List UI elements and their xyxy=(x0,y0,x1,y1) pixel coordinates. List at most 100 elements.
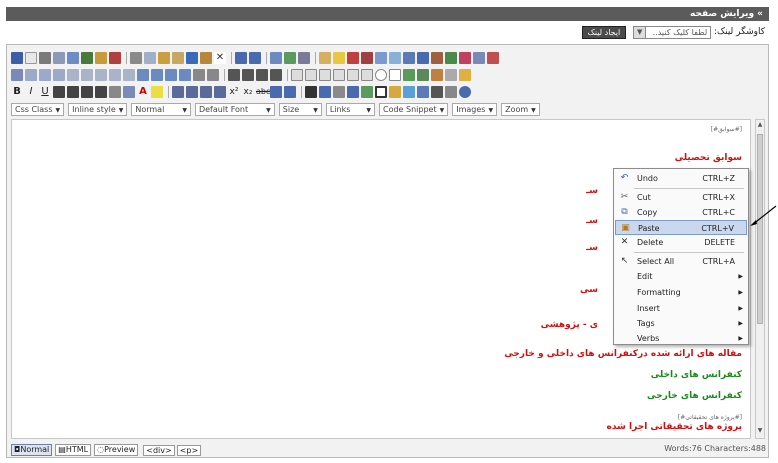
anchor-icon[interactable] xyxy=(347,86,359,98)
images-select[interactable]: Images ▼ xyxy=(452,103,498,116)
editor-scrollbar[interactable]: ▲ ▼ xyxy=(755,119,765,439)
page-break-icon[interactable] xyxy=(207,69,219,81)
line-icon[interactable] xyxy=(445,69,457,81)
font-color-icon[interactable]: A xyxy=(137,86,149,98)
pen-icon[interactable] xyxy=(123,86,135,98)
normal-mode-tab[interactable]: ◘Normal xyxy=(11,444,53,456)
grid-icon[interactable] xyxy=(347,69,359,81)
flash-icon[interactable] xyxy=(361,52,373,64)
preview-icon[interactable] xyxy=(473,52,485,64)
align-justify-icon[interactable] xyxy=(95,86,107,98)
font-family-select[interactable]: Default Font ▼ xyxy=(194,103,275,116)
cell-props-icon[interactable] xyxy=(403,86,415,98)
tag-path-p[interactable]: <p> xyxy=(176,444,202,456)
find-icon[interactable] xyxy=(67,52,79,64)
box-model-icon[interactable] xyxy=(459,69,471,81)
grid-view-icon[interactable] xyxy=(417,86,429,98)
context-menu-item-delete[interactable]: ✕ Delete DELETE xyxy=(615,235,747,250)
outdent-icon[interactable] xyxy=(200,86,212,98)
delete-icon[interactable]: ✕ xyxy=(214,52,226,64)
grid-icon[interactable] xyxy=(361,69,373,81)
frame-icon[interactable] xyxy=(389,52,401,64)
table-row-icon[interactable] xyxy=(137,69,149,81)
new-document-icon[interactable] xyxy=(25,52,37,64)
copy-icon[interactable] xyxy=(144,52,156,64)
preview-mode-tab[interactable]: ◌Preview xyxy=(94,444,139,456)
hyperlink-icon[interactable] xyxy=(417,52,429,64)
media-icon[interactable] xyxy=(298,52,310,64)
paste-text-icon[interactable] xyxy=(172,52,184,64)
grid-icon[interactable] xyxy=(305,69,317,81)
rtl-icon[interactable] xyxy=(270,69,282,81)
uppercase-icon[interactable] xyxy=(270,86,282,98)
paragraph-icon[interactable] xyxy=(228,69,240,81)
subscript-icon[interactable]: x₂ xyxy=(242,86,254,98)
layer-icon[interactable] xyxy=(403,52,415,64)
unlink-icon[interactable] xyxy=(431,52,443,64)
paste-html-icon[interactable] xyxy=(200,52,212,64)
upload-icon[interactable] xyxy=(417,69,429,81)
border-icon[interactable] xyxy=(375,86,387,98)
paragraph-format-select[interactable]: Normal ▼ xyxy=(131,103,191,116)
box-icon[interactable] xyxy=(291,69,303,81)
link-explorer-select[interactable]: لطفا کلیک کنید.. ▼ xyxy=(633,25,712,39)
create-link-button[interactable]: ایجاد لینک xyxy=(581,25,627,39)
fullscreen-icon[interactable] xyxy=(459,52,471,64)
image-button-icon[interactable] xyxy=(403,69,415,81)
print-icon[interactable] xyxy=(39,52,51,64)
html-mode-tab[interactable]: ▤HTML xyxy=(55,444,92,456)
superscript-icon[interactable]: x² xyxy=(228,86,240,98)
help-icon[interactable] xyxy=(445,52,457,64)
tag-path-div[interactable]: <div> xyxy=(143,444,175,456)
font-size-select[interactable]: Size ▼ xyxy=(278,103,322,116)
link-icon[interactable] xyxy=(319,86,331,98)
bold-icon[interactable]: B xyxy=(11,86,23,98)
document-icon[interactable] xyxy=(375,52,387,64)
back-color-icon[interactable] xyxy=(151,86,163,98)
css-class-select[interactable]: Css Class ▼ xyxy=(11,103,65,116)
italic-icon[interactable]: I xyxy=(25,86,37,98)
scroll-up-icon[interactable]: ▲ xyxy=(756,121,764,131)
context-menu-item-cut[interactable]: ✂ Cut CTRL+X xyxy=(615,190,747,205)
table-props-icon[interactable] xyxy=(389,86,401,98)
paste-word-icon[interactable] xyxy=(186,52,198,64)
code-snippet-select[interactable]: Code Snippet ▼ xyxy=(379,103,449,116)
print-preview-icon[interactable] xyxy=(53,52,65,64)
undo-icon[interactable] xyxy=(235,52,247,64)
help-icon[interactable] xyxy=(459,86,471,98)
position-icon[interactable] xyxy=(445,86,457,98)
field-icon[interactable] xyxy=(67,69,79,81)
align-left-icon[interactable] xyxy=(53,86,65,98)
unlink-icon[interactable] xyxy=(333,86,345,98)
clean-format-icon[interactable] xyxy=(109,52,121,64)
horizontal-line-icon[interactable] xyxy=(305,86,317,98)
field-icon[interactable] xyxy=(53,69,65,81)
bookmark-icon[interactable] xyxy=(361,86,373,98)
ordered-list-icon[interactable] xyxy=(172,86,184,98)
table-icon[interactable] xyxy=(270,52,282,64)
format-brush-icon[interactable] xyxy=(95,52,107,64)
field-icon[interactable] xyxy=(81,69,93,81)
scrollbar-thumb[interactable] xyxy=(757,134,763,324)
ltr-icon[interactable] xyxy=(256,69,268,81)
links-select[interactable]: Links ▼ xyxy=(325,103,375,116)
unordered-list-icon[interactable] xyxy=(186,86,198,98)
underline-icon[interactable]: U xyxy=(39,86,51,98)
horizontal-rule-icon[interactable] xyxy=(193,69,205,81)
image-icon[interactable] xyxy=(284,52,296,64)
field-icon[interactable] xyxy=(109,69,121,81)
context-menu-item-insert[interactable]: Insert ▶ xyxy=(615,301,747,316)
context-menu-item-undo[interactable]: ↶ Undo CTRL+Z xyxy=(615,171,747,186)
field-icon[interactable] xyxy=(39,69,51,81)
chevron-down-icon[interactable]: ▼ xyxy=(634,26,647,38)
indent-icon[interactable] xyxy=(214,86,226,98)
table-col-icon[interactable] xyxy=(151,69,163,81)
zoom-select[interactable]: Zoom ▼ xyxy=(501,103,540,116)
scroll-down-icon[interactable]: ▼ xyxy=(756,427,764,437)
field-icon[interactable] xyxy=(25,69,37,81)
emoticon-icon[interactable] xyxy=(333,52,345,64)
context-menu-item-paste[interactable]: ▣ Paste CTRL+V xyxy=(615,220,747,235)
context-menu-item-copy[interactable]: ⧉ Copy CTRL+C xyxy=(615,205,747,220)
highlight-icon[interactable] xyxy=(109,86,121,98)
form-icon[interactable] xyxy=(11,69,23,81)
